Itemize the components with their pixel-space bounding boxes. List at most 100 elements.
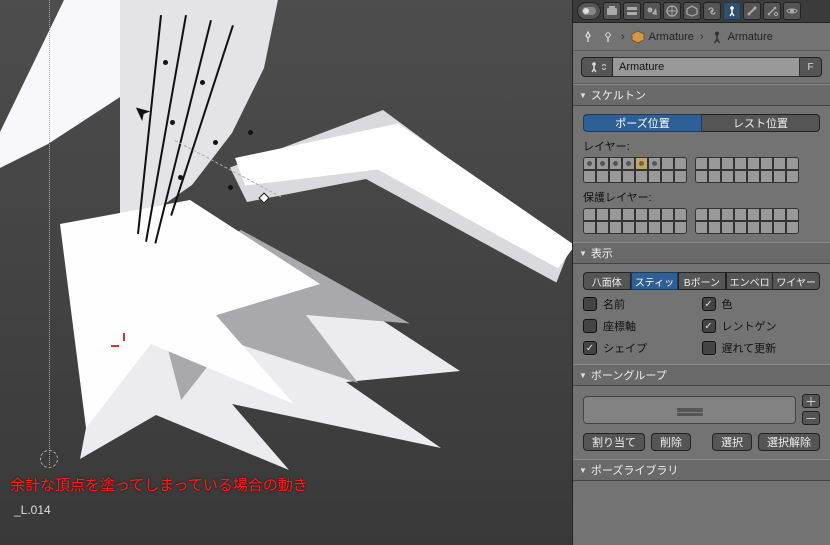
pin-alt-icon[interactable] [601,30,615,44]
assign-button[interactable]: 割り当て [583,433,645,451]
layer-cell[interactable] [747,221,760,234]
layer-cell[interactable] [583,221,596,234]
layer-cell[interactable] [622,221,635,234]
layer-cell[interactable] [596,208,609,221]
layer-cell[interactable] [734,157,747,170]
datablock-name-field[interactable]: Armature [613,57,800,77]
layer-cell[interactable] [622,208,635,221]
layer-cell[interactable] [708,221,721,234]
tab-octahedral[interactable]: 八面体 [583,272,631,290]
layer-cell[interactable] [708,170,721,183]
layer-cell[interactable] [695,170,708,183]
layer-cell[interactable] [609,208,622,221]
add-bone-group-button[interactable]: ＋ [802,394,820,408]
layer-cell[interactable] [635,157,648,170]
select-button[interactable]: 選択 [712,433,752,451]
layer-cell[interactable] [773,170,786,183]
layer-cell[interactable] [583,208,596,221]
layer-cell[interactable] [648,170,661,183]
tab-wire[interactable]: ワイヤー [773,272,820,290]
layer-cell[interactable] [596,157,609,170]
layer-cell[interactable] [596,170,609,183]
layer-cell[interactable] [635,208,648,221]
check-colors[interactable]: ✓色 [702,296,821,312]
layer-cell[interactable] [695,221,708,234]
layer-cell[interactable] [721,221,734,234]
layer-cell[interactable] [786,208,799,221]
context-toggle-icon[interactable] [577,2,601,20]
remove-button[interactable]: 削除 [651,433,691,451]
check-xray[interactable]: ✓レントゲン [702,318,821,334]
layer-cell[interactable] [674,157,687,170]
layer-cell[interactable] [622,170,635,183]
layer-cell[interactable] [695,157,708,170]
tab-bbone[interactable]: Bボーン [678,272,726,290]
tab-physics-icon[interactable] [783,2,801,20]
tab-render-icon[interactable] [603,2,621,20]
layer-cell[interactable] [583,170,596,183]
layer-cell[interactable] [760,208,773,221]
layer-cell[interactable] [760,170,773,183]
layer-cell[interactable] [648,208,661,221]
layer-cell[interactable] [734,170,747,183]
layer-cell[interactable] [786,170,799,183]
layer-cell[interactable] [635,221,648,234]
layer-cell[interactable] [648,221,661,234]
layer-cell[interactable] [661,208,674,221]
layer-cell[interactable] [622,157,635,170]
layer-cell[interactable] [648,157,661,170]
section-header-skeleton[interactable]: ▼ スケルトン [573,84,830,106]
layer-cell[interactable] [674,221,687,234]
check-axes[interactable]: 座標軸 [583,318,702,334]
layer-cell[interactable] [609,170,622,183]
tab-bone-constraints-icon[interactable] [763,2,781,20]
tab-armature-icon[interactable] [723,2,741,20]
layer-cell[interactable] [674,208,687,221]
tab-pose-position[interactable]: ポーズ位置 [583,114,702,132]
layer-cell[interactable] [661,157,674,170]
check-shapes[interactable]: ✓シェイプ [583,340,702,356]
tab-rest-position[interactable]: レスト位置 [702,114,820,132]
remove-bone-group-button[interactable]: － [802,411,820,425]
layer-cell[interactable] [773,157,786,170]
layer-cell[interactable] [773,221,786,234]
layer-cell[interactable] [708,157,721,170]
layer-cell[interactable] [760,221,773,234]
layer-cell[interactable] [786,157,799,170]
viewport-3d[interactable]: ➤ 余計な頂点を塗ってしまっている場合の動き _L.014 [0,0,572,545]
section-header-bone-groups[interactable]: ▼ ボーングループ [573,364,830,386]
layer-cell[interactable] [747,157,760,170]
tab-envelope[interactable]: エンベロ [726,272,774,290]
layer-cell[interactable] [773,208,786,221]
layer-cell[interactable] [760,157,773,170]
section-header-display[interactable]: ▼ 表示 [573,242,830,264]
check-delay[interactable]: 遅れて更新 [702,340,821,356]
deselect-button[interactable]: 選択解除 [758,433,820,451]
pin-icon[interactable] [581,30,595,44]
layer-cell[interactable] [609,157,622,170]
layer-cell[interactable] [734,221,747,234]
layer-cell[interactable] [708,208,721,221]
layer-cell[interactable] [747,208,760,221]
bone-group-list[interactable] [583,396,796,424]
fake-user-button[interactable]: F [800,57,822,77]
layer-cell[interactable] [734,208,747,221]
tab-constraints-icon[interactable] [703,2,721,20]
layer-cell[interactable] [635,170,648,183]
datablock-type-button[interactable] [581,57,613,77]
tab-stick[interactable]: スティッ [631,272,679,290]
layer-cell[interactable] [661,221,674,234]
tab-bone-icon[interactable] [743,2,761,20]
layer-cell[interactable] [674,170,687,183]
breadcrumb-object[interactable]: Armature [631,30,694,44]
layer-cell[interactable] [695,208,708,221]
tab-object-icon[interactable] [683,2,701,20]
layer-cell[interactable] [721,208,734,221]
breadcrumb-data[interactable]: Armature [710,30,773,44]
layer-cell[interactable] [596,221,609,234]
tab-scene-icon[interactable] [643,2,661,20]
check-names[interactable]: 名前 [583,296,702,312]
layer-cell[interactable] [609,221,622,234]
layer-cell[interactable] [721,170,734,183]
tab-world-icon[interactable] [663,2,681,20]
